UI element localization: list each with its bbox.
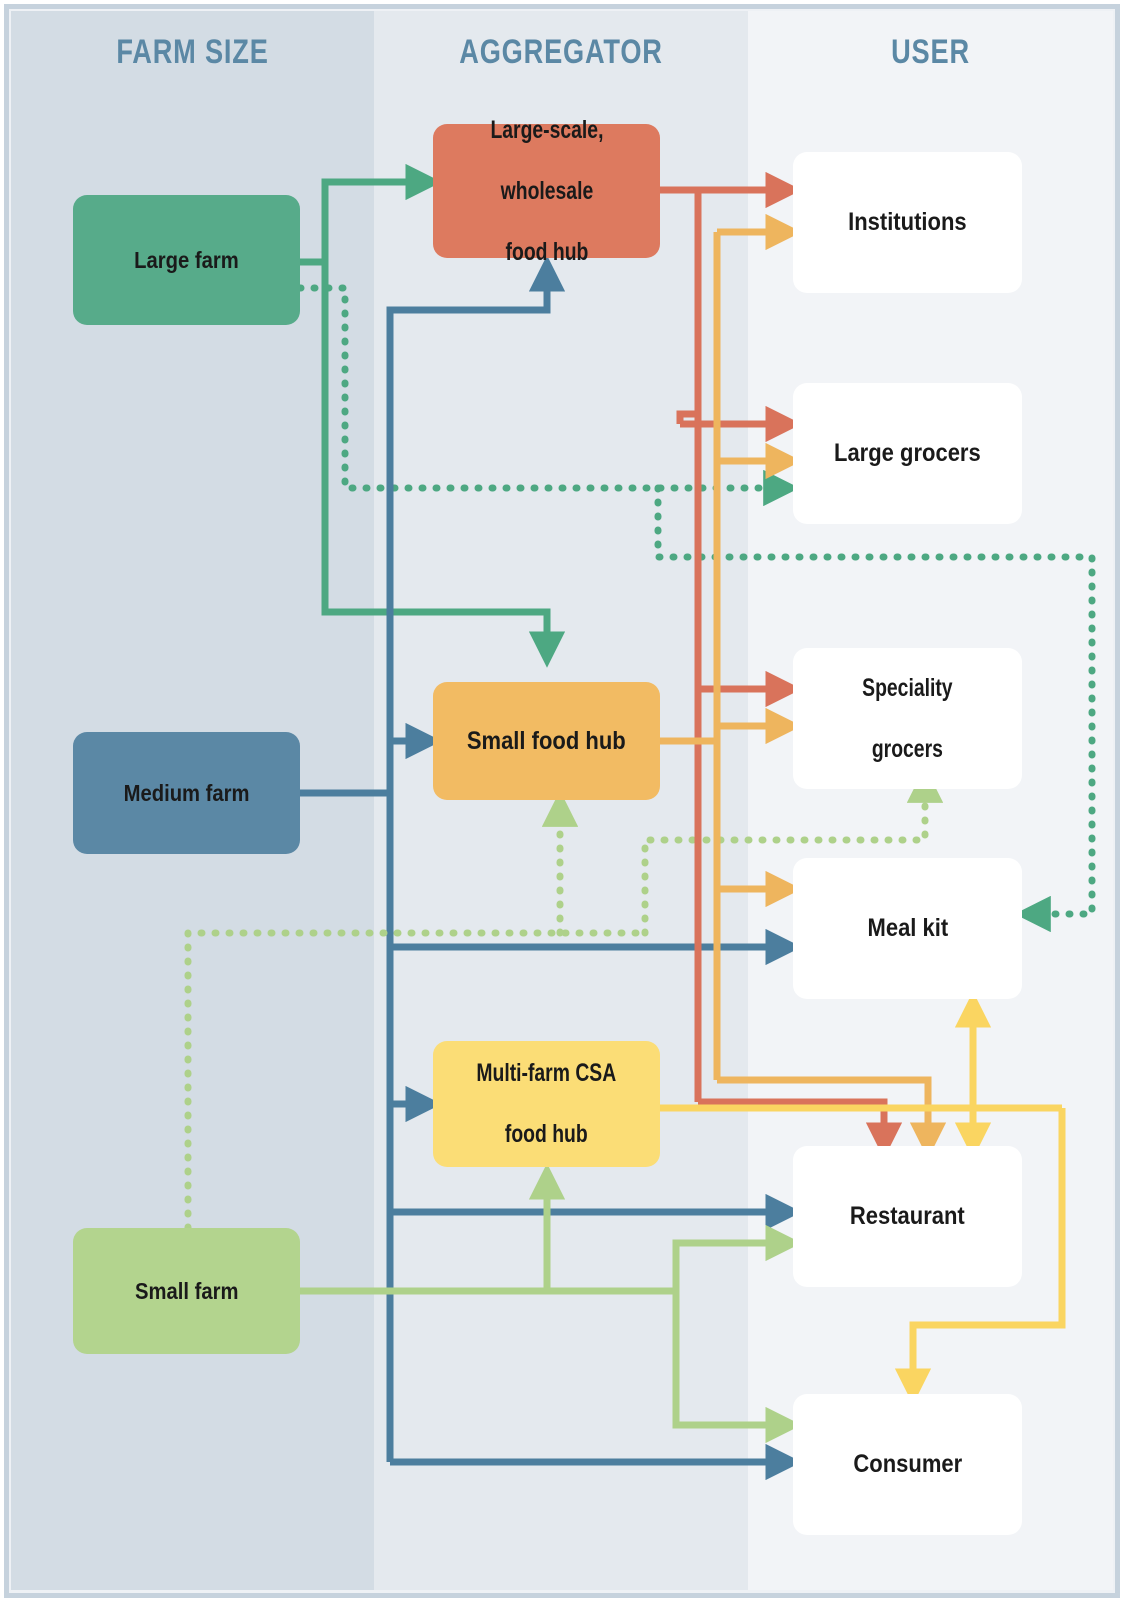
node-multi-farm-csa-food-hub-label: Multi-farm CSA food hub [476,1059,617,1149]
node-wholesale-food-hub[interactable]: Large-scale, wholesale food hub [433,116,660,266]
node-consumer[interactable]: Consumer [793,1394,1022,1535]
column-header-farm-size: FARM SIZE [116,33,269,71]
node-speciality-grocers[interactable]: Speciality grocers [793,648,1022,789]
node-restaurant[interactable]: Restaurant [793,1146,1022,1287]
diagram-page: FARM SIZE AGGREGATOR USER Large farm Med… [0,0,1124,1602]
node-meal-kit[interactable]: Meal kit [793,858,1022,999]
node-large-grocers-label: Large grocers [834,439,981,468]
node-large-farm[interactable]: Large farm [73,195,300,325]
node-small-farm-label: Small farm [134,1277,239,1304]
column-header-aggregator: AGGREGATOR [459,33,663,71]
node-institutions-label: Institutions [848,208,967,237]
column-header-user: USER [891,33,970,71]
node-small-farm[interactable]: Small farm [73,1228,300,1354]
node-multi-farm-csa-food-hub[interactable]: Multi-farm CSA food hub [433,1041,660,1167]
node-consumer-label: Consumer [853,1450,962,1479]
node-small-food-hub-label: Small food hub [467,726,626,755]
node-large-grocers[interactable]: Large grocers [793,383,1022,524]
node-small-food-hub[interactable]: Small food hub [433,682,660,800]
node-medium-farm-label: Medium farm [123,779,250,806]
node-medium-farm[interactable]: Medium farm [73,732,300,854]
node-large-farm-label: Large farm [134,246,239,273]
node-meal-kit-label: Meal kit [867,914,948,943]
node-restaurant-label: Restaurant [850,1202,965,1231]
node-institutions[interactable]: Institutions [793,152,1022,293]
node-speciality-grocers-label: Speciality grocers [862,673,953,763]
node-wholesale-food-hub-label: Large-scale, wholesale food hub [489,115,603,266]
